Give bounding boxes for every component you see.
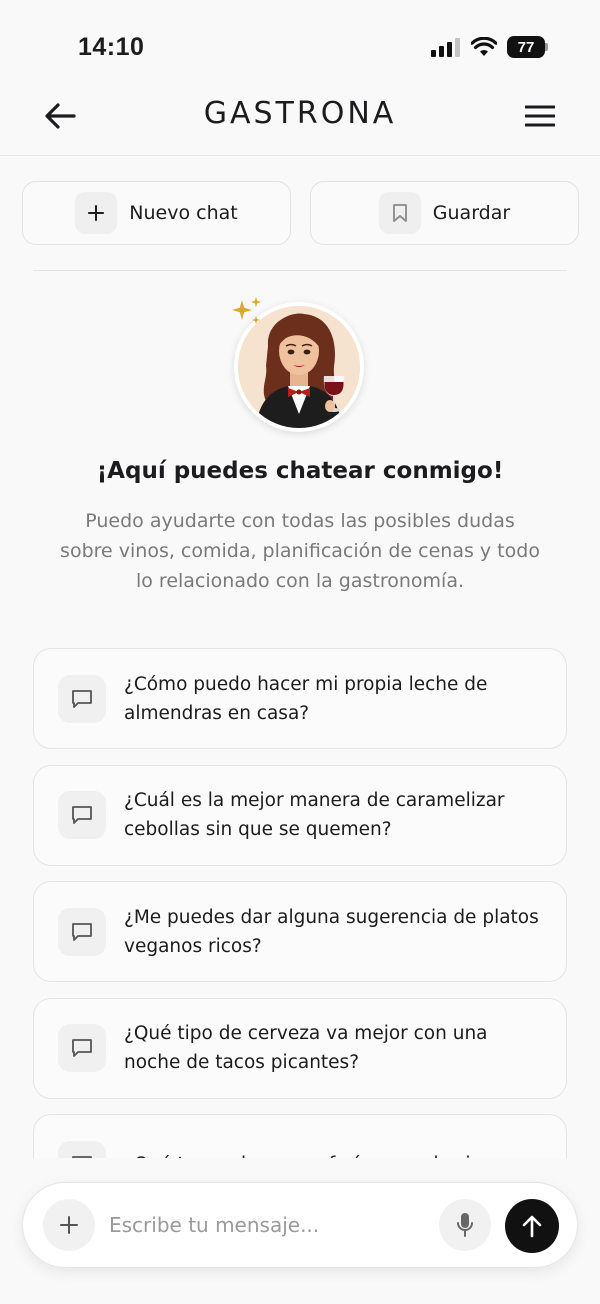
save-label: Guardar bbox=[432, 202, 511, 224]
attach-button[interactable] bbox=[43, 1199, 95, 1251]
bookmark-icon bbox=[378, 192, 421, 234]
chat-bubble-icon bbox=[58, 791, 106, 839]
welcome-subtitle: Puedo ayudarte con todas las posibles du… bbox=[60, 510, 540, 592]
chat-bubble-icon bbox=[58, 1024, 106, 1072]
new-chat-button[interactable]: Nuevo chat bbox=[22, 181, 291, 245]
suggestion-item[interactable]: ¿Cómo puedo hacer mi propia leche de alm… bbox=[33, 648, 567, 749]
app-header: GASTRONA bbox=[0, 80, 600, 156]
microphone-button[interactable] bbox=[439, 1199, 491, 1251]
new-chat-label: Nuevo chat bbox=[129, 202, 238, 224]
chat-bubble-icon bbox=[58, 1140, 106, 1158]
suggestion-item[interactable]: ¿Qué trucos hay para freír pescado sin bbox=[33, 1114, 567, 1158]
hamburger-menu-icon bbox=[525, 105, 555, 127]
status-icons: 77 bbox=[431, 36, 548, 58]
suggestion-text: ¿Qué tipo de cerveza va mejor con una no… bbox=[124, 1023, 488, 1073]
suggestion-item[interactable]: ¿Cuál es la mejor manera de caramelizar … bbox=[33, 764, 567, 866]
suggestion-item[interactable]: ¿Qué tipo de cerveza va mejor con una no… bbox=[33, 997, 567, 1099]
suggestion-list: ¿Cómo puedo hacer mi propia leche de alm… bbox=[33, 648, 567, 1158]
battery-level: 77 bbox=[507, 36, 545, 58]
divider bbox=[33, 270, 567, 271]
chat-bubble-icon bbox=[58, 907, 106, 956]
wifi-icon bbox=[471, 37, 497, 56]
status-time: 14:10 bbox=[78, 33, 145, 61]
status-bar: 14:10 77 bbox=[0, 0, 600, 80]
message-input[interactable] bbox=[109, 1205, 429, 1245]
suggestion-text: ¿Cuál es la mejor manera de caramelizar … bbox=[124, 790, 505, 840]
cellular-signal-icon bbox=[431, 38, 460, 57]
plus-icon bbox=[75, 192, 118, 234]
plus-icon bbox=[60, 1216, 78, 1234]
battery-indicator: 77 bbox=[507, 36, 548, 58]
chat-bubble-icon bbox=[58, 674, 106, 723]
microphone-icon bbox=[457, 1213, 473, 1237]
welcome-headline: ¡Aquí puedes chatear conmigo! bbox=[96, 458, 504, 484]
battery-cap bbox=[545, 43, 548, 51]
message-composer bbox=[22, 1182, 578, 1268]
arrow-up-icon bbox=[522, 1215, 542, 1238]
suggestion-text: ¿Me puedes dar alguna sugerencia de plat… bbox=[124, 906, 539, 957]
brand-logo: GASTRONA bbox=[203, 96, 397, 131]
suggestion-text: ¿Qué trucos hay para freír pescado sin bbox=[124, 1150, 482, 1158]
suggestion-item[interactable]: ¿Me puedes dar alguna sugerencia de plat… bbox=[33, 881, 567, 982]
assistant-avatar bbox=[230, 296, 370, 436]
save-button[interactable]: Guardar bbox=[310, 181, 579, 245]
menu-button[interactable] bbox=[520, 96, 560, 136]
sparkle-icon bbox=[232, 297, 261, 324]
suggestion-text: ¿Cómo puedo hacer mi propia leche de alm… bbox=[124, 673, 488, 724]
action-buttons: Nuevo chat Guardar bbox=[22, 181, 579, 245]
send-button[interactable] bbox=[505, 1199, 559, 1253]
